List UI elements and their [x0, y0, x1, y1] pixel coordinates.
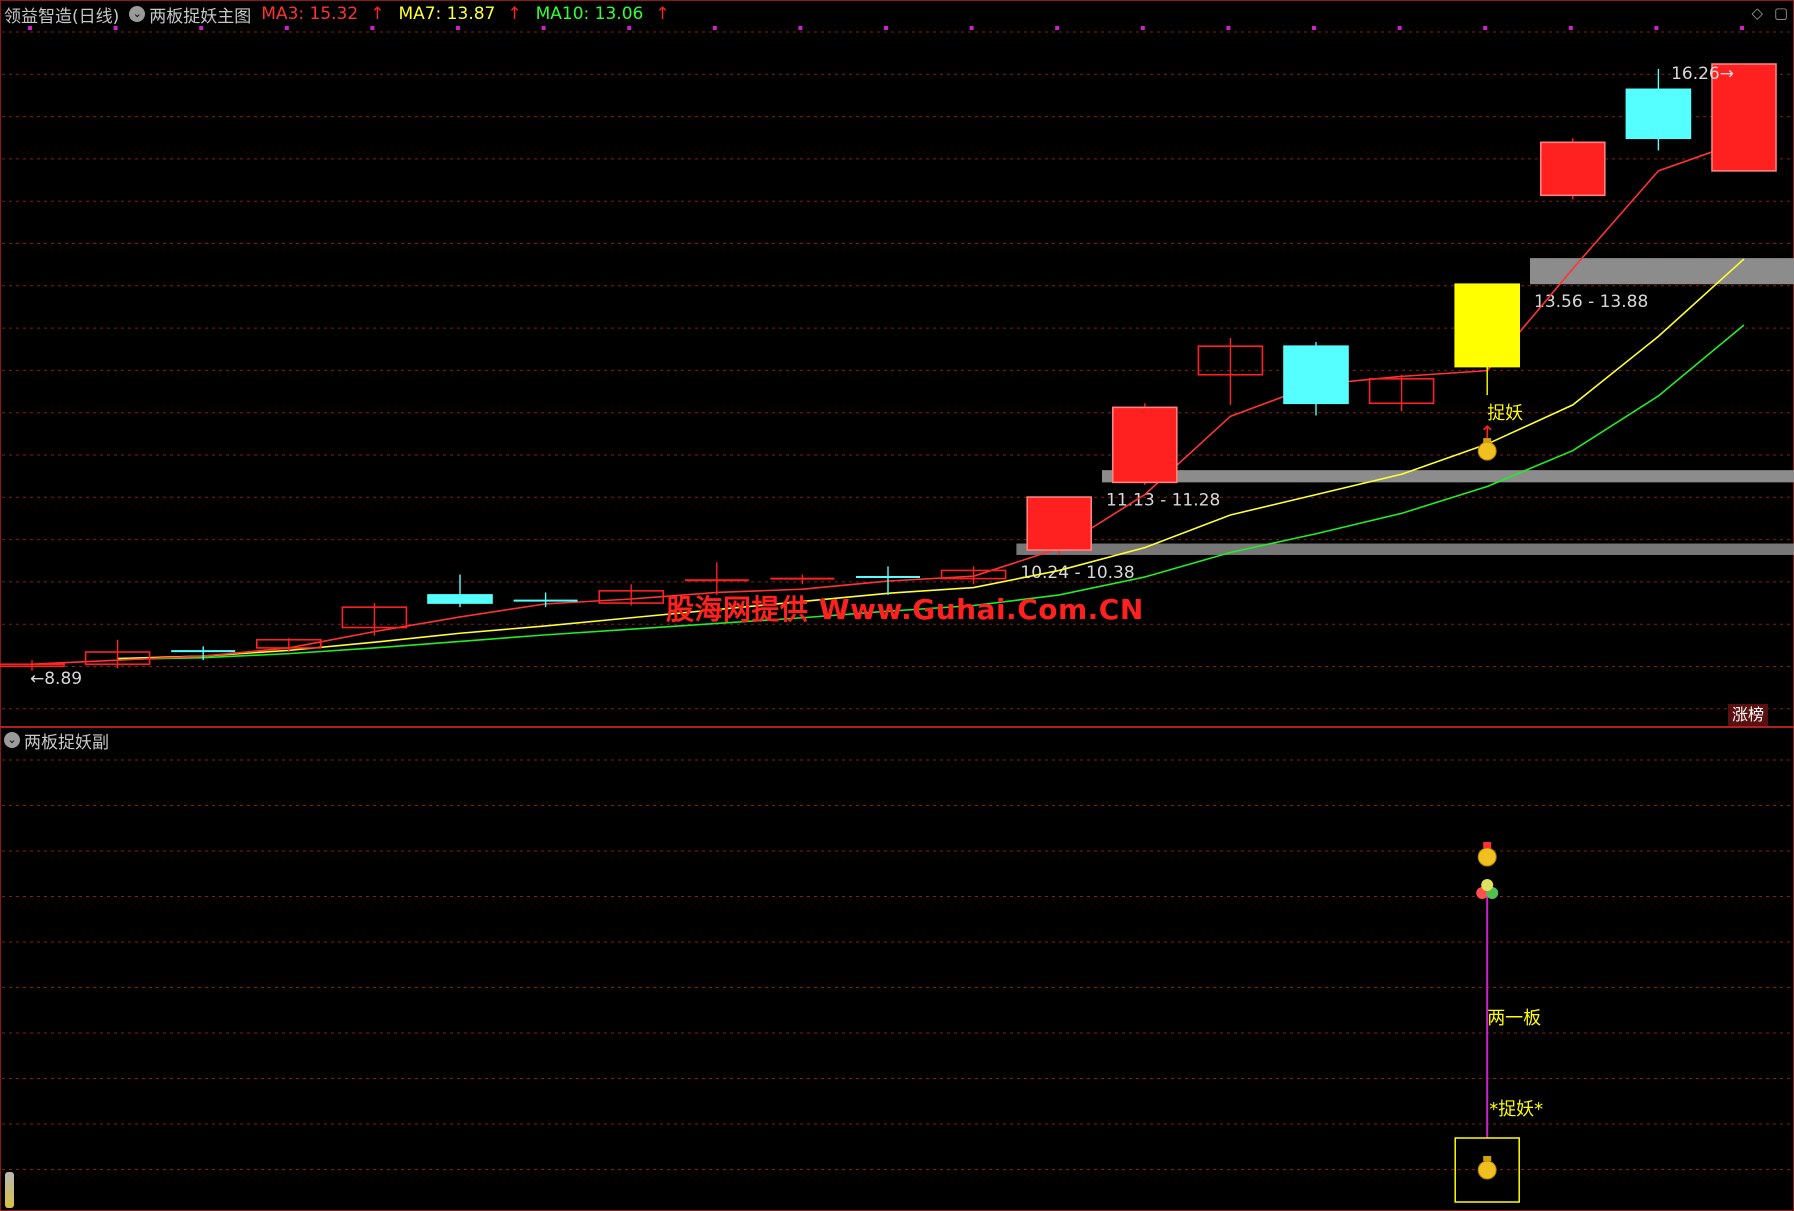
candle-body	[1026, 496, 1092, 551]
scroll-handle[interactable]	[5, 1172, 14, 1208]
top-dot	[884, 26, 888, 30]
top-dot	[1312, 26, 1316, 30]
candle	[1112, 403, 1178, 485]
money-bag-body	[1477, 441, 1497, 461]
box-money-bag-icon	[1477, 1156, 1497, 1180]
sub-money-bag-icon	[1477, 842, 1497, 867]
support-zone	[1102, 470, 1794, 483]
top-dot	[1740, 26, 1744, 30]
high-price-marker: 16.26→	[1671, 64, 1734, 84]
window-icon[interactable]: ▢	[1774, 4, 1788, 22]
candle	[770, 574, 835, 585]
watermark: 股海网提供 Www.Guhai.Com.CN	[666, 593, 1144, 626]
ma10-label: MA10: 13.06	[535, 4, 644, 24]
candle-body	[1540, 141, 1606, 197]
chevron-down-icon[interactable]: ⌄	[129, 6, 146, 22]
ma3-label: MA3: 15.32	[261, 4, 359, 24]
money-bag-body	[1477, 1160, 1497, 1180]
candle	[1454, 283, 1520, 396]
top-dot	[1055, 26, 1060, 30]
candle	[1540, 138, 1606, 200]
top-dot	[1140, 26, 1145, 30]
low-price-marker: ←8.89	[30, 669, 82, 689]
settings-icon[interactable]: ◇	[1751, 4, 1763, 22]
candle-body	[1454, 283, 1520, 368]
top-dot	[798, 26, 803, 30]
sub-label-zhuoyao: *捉妖*	[1489, 1099, 1543, 1120]
top-dot	[1397, 26, 1402, 30]
candle-body	[1283, 345, 1349, 405]
money-bag-tie	[1483, 1156, 1492, 1161]
top-dot	[1568, 26, 1573, 30]
candle	[1368, 374, 1435, 412]
top-dot	[1483, 26, 1488, 30]
stock-title[interactable]: 领益智造(日线)	[4, 2, 119, 27]
ma3-up-arrow-icon: ↑	[370, 4, 385, 24]
money-bag-body	[1477, 847, 1497, 867]
candle-body	[427, 594, 493, 604]
corner-icons: ◇ ▢	[1745, 4, 1788, 22]
top-dot	[1226, 26, 1231, 30]
sub-indicator-name[interactable]: 两板捉妖副	[24, 728, 109, 753]
candle	[341, 603, 408, 636]
top-dot	[1654, 26, 1659, 30]
top-dot	[969, 26, 974, 30]
top-dot	[712, 26, 717, 30]
support-zone	[1530, 258, 1794, 285]
candle-body	[1112, 406, 1178, 484]
sub-header: ⌄ 两板捉妖副	[4, 727, 119, 753]
sub-label-liangyiban: 两一板	[1487, 1008, 1541, 1029]
zhangbang-badge[interactable]: 涨榜	[1728, 704, 1768, 726]
candle-body	[1625, 88, 1692, 140]
indicator-name[interactable]: 两板捉妖主图	[149, 2, 251, 27]
ma10-up-arrow-icon: ↑	[655, 4, 670, 24]
candle	[1283, 342, 1349, 416]
candle	[1197, 338, 1264, 405]
money-bag-tie	[1483, 842, 1492, 848]
ma7-label: MA7: 13.87	[398, 4, 496, 24]
ma7-up-arrow-icon: ↑	[507, 4, 522, 24]
candle	[84, 639, 151, 669]
candle	[598, 584, 665, 606]
support-zone	[1016, 543, 1794, 555]
main-header: 领益智造(日线) ⌄ 两板捉妖主图 MA3: 15.32 ↑ MA7: 13.87…	[4, 1, 684, 27]
candle	[513, 592, 578, 608]
ball	[1481, 879, 1494, 891]
sub-chevron-down-icon[interactable]: ⌄	[4, 732, 20, 748]
signal-balls-icon	[1476, 879, 1499, 899]
candle	[1026, 496, 1092, 555]
money-bag-tie	[1483, 438, 1492, 444]
candle	[427, 574, 493, 608]
